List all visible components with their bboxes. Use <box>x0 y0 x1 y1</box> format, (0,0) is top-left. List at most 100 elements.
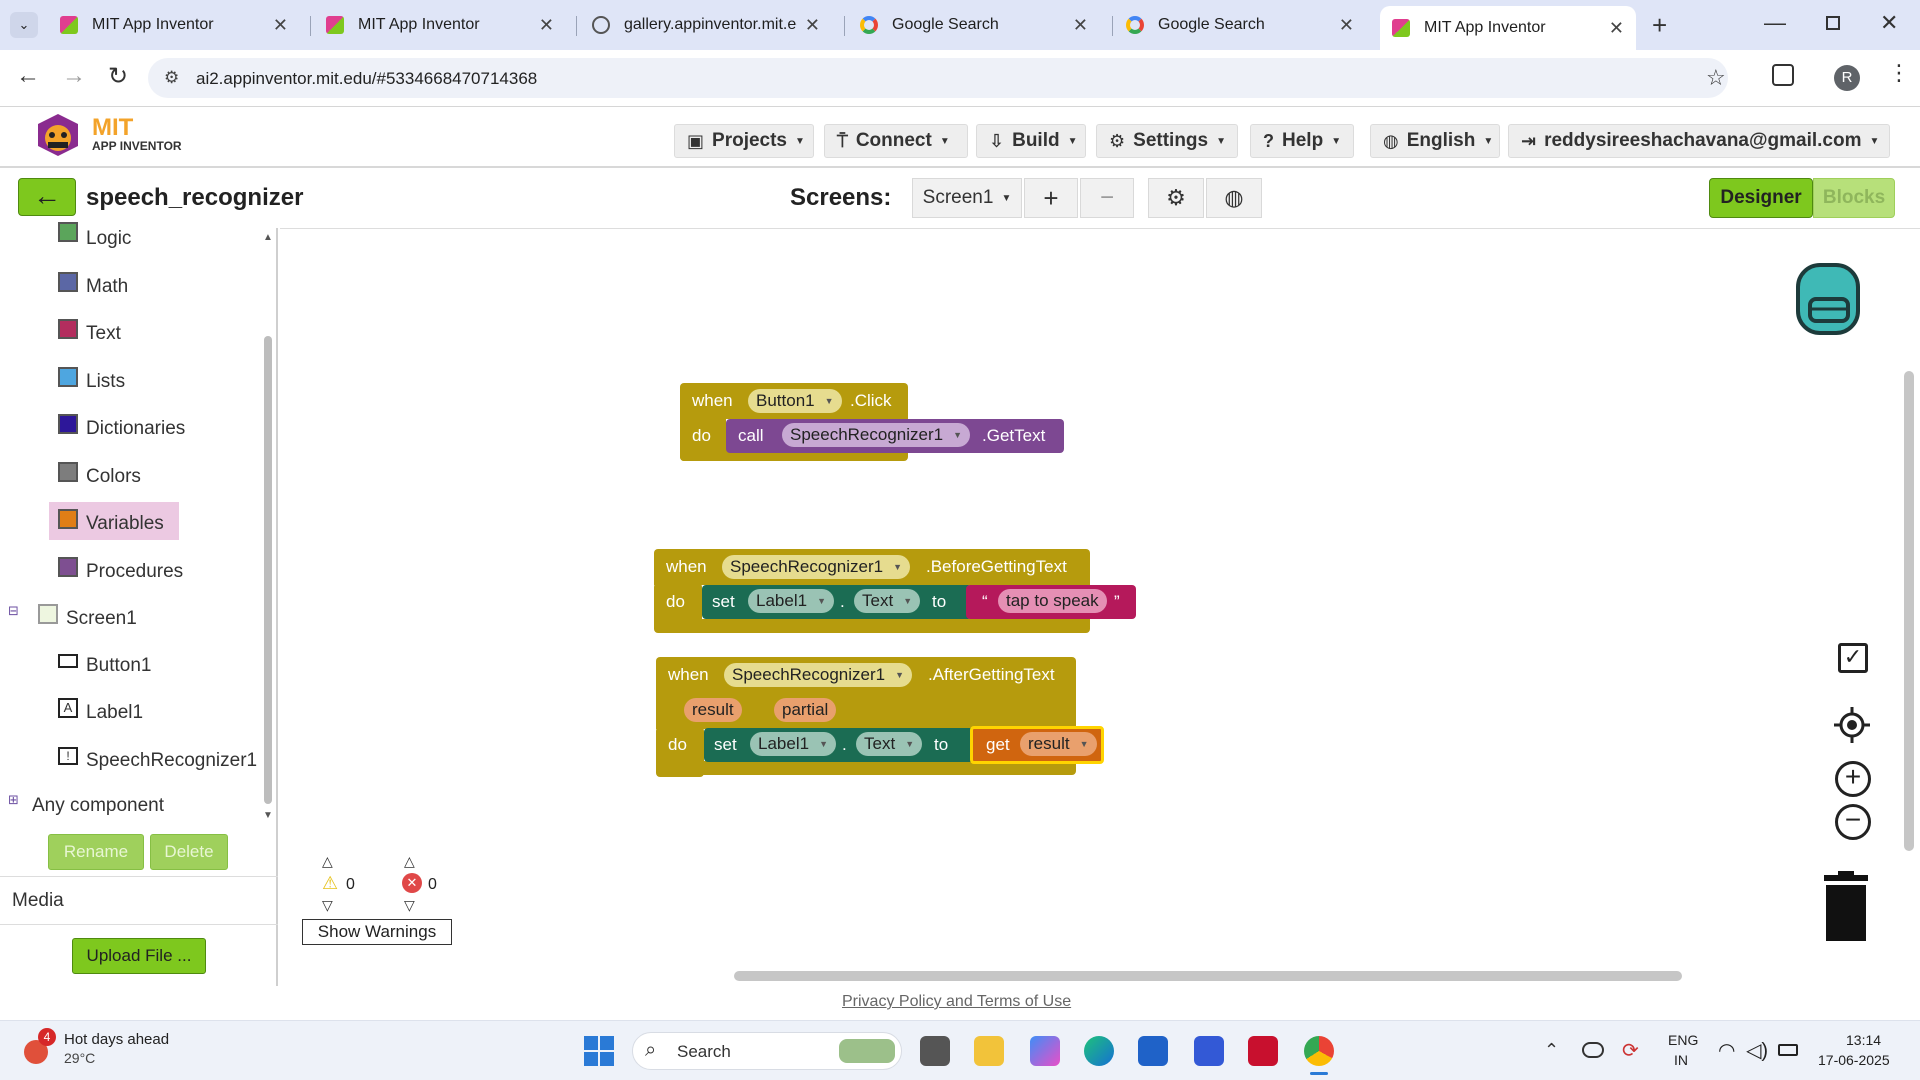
designer-button[interactable]: Designer <box>1709 178 1813 218</box>
zoom-in-icon[interactable]: + <box>1835 761 1871 797</box>
blocks-button[interactable]: Blocks <box>1813 178 1895 218</box>
browser-tab[interactable]: MIT App Inventor ✕ <box>314 8 566 42</box>
category-lists[interactable]: Lists <box>58 367 125 393</box>
error-down-arrow[interactable]: ▽ <box>404 897 415 914</box>
category-logic[interactable]: Logic <box>58 222 131 250</box>
rename-button[interactable]: Rename <box>48 834 144 870</box>
expand-icon[interactable]: ⊞ <box>8 792 19 808</box>
category-colors[interactable]: Colors <box>58 462 141 488</box>
show-warnings-button[interactable]: Show Warnings <box>302 919 452 945</box>
edge-icon[interactable] <box>1084 1036 1114 1066</box>
sidebar-scrollbar[interactable]: ▲ ▼ <box>262 232 274 822</box>
workspace-vertical-scrollbar[interactable] <box>1904 371 1914 851</box>
copilot-icon[interactable] <box>1030 1036 1060 1066</box>
tab-search-button[interactable]: ⌄ <box>10 12 38 38</box>
checklist-icon[interactable]: ✓ <box>1838 643 1868 673</box>
collapse-icon[interactable]: ⊟ <box>8 603 19 619</box>
settings-menu[interactable]: ⚙ Settings ▼ <box>1096 124 1238 158</box>
upload-file-button[interactable]: Upload File ... <box>72 938 206 974</box>
account-menu[interactable]: ⇥ reddysireeshachavana@gmail.com ▼ <box>1508 124 1890 158</box>
set-component-dropdown[interactable]: Label1 ▼ <box>748 589 834 613</box>
delete-button[interactable]: Delete <box>150 834 228 870</box>
wifi-icon[interactable]: ◠ <box>1718 1038 1735 1063</box>
close-icon[interactable]: ✕ <box>1073 15 1088 36</box>
recenter-icon[interactable] <box>1834 707 1870 743</box>
close-icon[interactable]: ✕ <box>1339 15 1354 36</box>
address-bar[interactable]: ⚙ ai2.appinventor.mit.edu/#5334668470714… <box>148 58 1728 98</box>
bookmark-star-icon[interactable]: ☆ <box>1706 65 1726 91</box>
close-icon[interactable]: ✕ <box>1609 18 1624 39</box>
tree-label1[interactable]: A Label1 <box>58 698 143 724</box>
browser-menu-icon[interactable]: ⋮ <box>1888 60 1910 86</box>
window-close-button[interactable]: ✕ <box>1880 10 1898 36</box>
restore-button[interactable] <box>1826 16 1840 30</box>
tree-screen1[interactable]: Screen1 <box>38 604 137 630</box>
blocks-workspace[interactable]: when Button1 ▼ .Click do call SpeechRecog… <box>280 228 1920 986</box>
category-dictionaries[interactable]: Dictionaries <box>58 414 185 440</box>
get-variable-dropdown[interactable]: result ▼ <box>1020 732 1097 756</box>
back-icon[interactable]: ← <box>16 62 40 90</box>
windows-start-icon[interactable] <box>584 1036 614 1066</box>
param-partial[interactable]: partial <box>774 698 837 722</box>
set-component-dropdown[interactable]: Label1 ▼ <box>750 732 836 756</box>
mcafee-icon[interactable] <box>1248 1036 1278 1066</box>
build-menu[interactable]: ⇩ Build ▼ <box>976 124 1086 158</box>
volume-icon[interactable]: ◁) <box>1746 1038 1768 1063</box>
onedrive-icon[interactable] <box>1582 1042 1604 1058</box>
battery-icon[interactable] <box>1778 1044 1798 1056</box>
remove-screen-button[interactable]: − <box>1080 178 1134 218</box>
site-info-icon[interactable]: ⚙ <box>164 68 179 88</box>
publish-gallery-button[interactable]: ◍ <box>1206 178 1262 218</box>
component-dropdown[interactable]: SpeechRecognizer1 ▼ <box>724 663 913 687</box>
projects-menu[interactable]: ▣ Projects ▼ <box>674 124 814 158</box>
category-text[interactable]: Text <box>58 319 121 345</box>
project-properties-button[interactable]: ⚙ <box>1148 178 1204 218</box>
warning-up-arrow[interactable]: △ <box>322 853 333 870</box>
any-component-item[interactable]: Any component <box>32 795 164 817</box>
close-icon[interactable]: ✕ <box>805 15 820 36</box>
store-icon[interactable] <box>1138 1036 1168 1066</box>
profile-avatar[interactable]: R <box>1834 65 1860 91</box>
error-up-arrow[interactable]: △ <box>404 853 415 870</box>
trash-icon[interactable] <box>1820 871 1872 943</box>
category-math[interactable]: Math <box>58 272 128 298</box>
weather-title[interactable]: Hot days ahead <box>64 1031 169 1048</box>
taskbar-search-box[interactable]: ⌕ Search <box>632 1032 902 1070</box>
connect-menu[interactable]: ⍑ Connect ▼ <box>824 124 968 158</box>
browser-tab-active[interactable]: MIT App Inventor ✕ <box>1380 6 1636 50</box>
category-procedures[interactable]: Procedures <box>58 557 183 583</box>
close-icon[interactable]: ✕ <box>273 15 288 36</box>
extensions-icon[interactable] <box>1772 64 1794 86</box>
property-dropdown[interactable]: Text ▼ <box>856 732 923 756</box>
param-result[interactable]: result <box>684 698 742 722</box>
component-dropdown[interactable]: SpeechRecognizer1 ▼ <box>722 555 911 579</box>
chrome-icon[interactable] <box>1304 1036 1334 1066</box>
component-dropdown[interactable]: Button1 ▼ <box>748 389 842 413</box>
text-string-field[interactable]: tap to speak <box>998 589 1107 613</box>
browser-tab[interactable]: Google Search ✕ <box>848 8 1100 42</box>
call-component-dropdown[interactable]: SpeechRecognizer1 ▼ <box>782 423 971 447</box>
backpack-icon[interactable] <box>1786 255 1870 339</box>
help-menu[interactable]: ? Help ▼ <box>1250 124 1354 158</box>
reload-icon[interactable]: ↻ <box>108 62 128 91</box>
task-view-icon[interactable] <box>920 1036 950 1066</box>
workspace-horizontal-scrollbar[interactable] <box>734 971 1682 981</box>
forward-icon[interactable]: → <box>62 62 86 90</box>
language-menu[interactable]: ◍ English ▼ <box>1370 124 1500 158</box>
property-dropdown[interactable]: Text ▼ <box>854 589 921 613</box>
warning-down-arrow[interactable]: ▽ <box>322 897 333 914</box>
close-icon[interactable]: ✕ <box>539 15 554 36</box>
back-to-projects-button[interactable]: ← <box>18 178 76 216</box>
screen-dropdown[interactable]: Screen1 ▼ <box>912 178 1022 218</box>
tree-speechrecognizer1[interactable]: ! SpeechRecognizer1 <box>58 747 257 772</box>
clock-time[interactable]: 13:14 <box>1846 1032 1881 1048</box>
tree-button1[interactable]: Button1 <box>58 654 152 677</box>
browser-tab[interactable]: MIT App Inventor ✕ <box>48 8 300 42</box>
powerautomate-icon[interactable] <box>1194 1036 1224 1066</box>
browser-tab[interactable]: gallery.appinventor.mit.edu ✕ <box>580 8 832 42</box>
category-variables[interactable]: Variables <box>58 509 164 535</box>
browser-tab[interactable]: Google Search ✕ <box>1114 8 1366 42</box>
app-inventor-logo[interactable] <box>30 112 86 160</box>
privacy-link[interactable]: Privacy Policy and Terms of Use <box>842 993 1071 1011</box>
add-screen-button[interactable]: + <box>1024 178 1078 218</box>
